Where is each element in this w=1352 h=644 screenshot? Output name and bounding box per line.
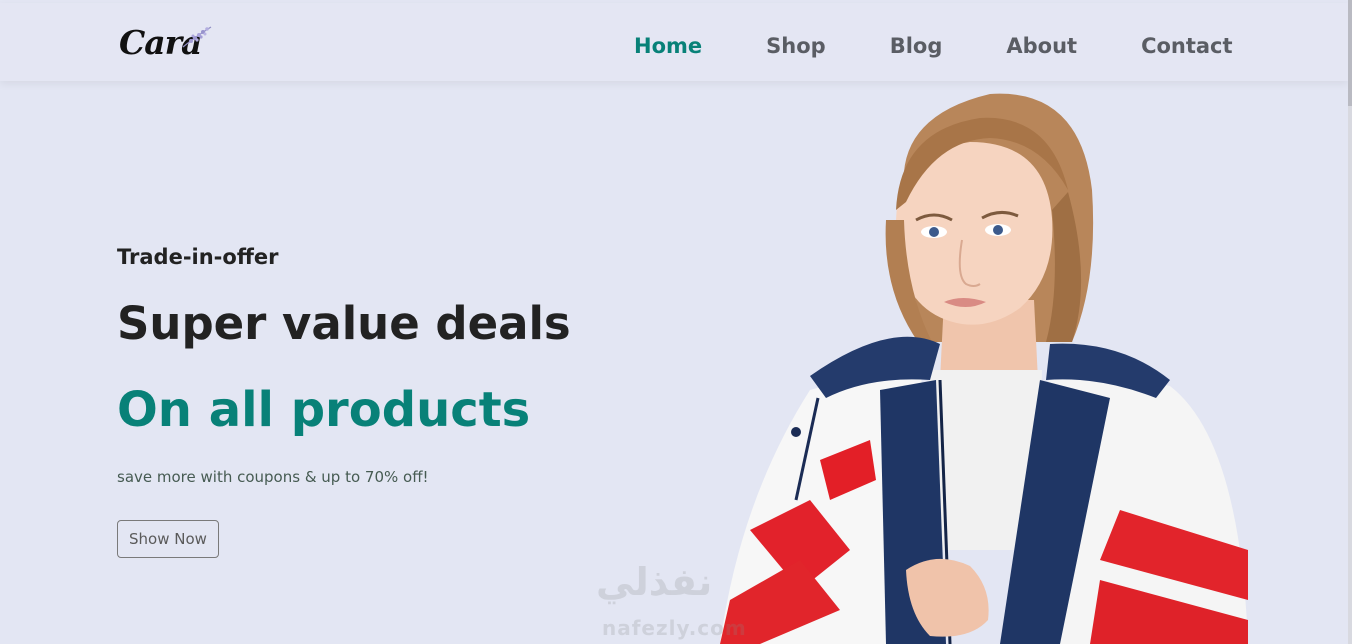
- show-now-button[interactable]: Show Now: [117, 520, 219, 558]
- nav-shop[interactable]: Shop: [766, 29, 826, 63]
- scrollbar[interactable]: [1348, 0, 1352, 644]
- watermark: نفذلي nafezly.com: [590, 560, 760, 644]
- nav-contact[interactable]: Contact: [1141, 29, 1233, 63]
- logo[interactable]: Cara: [119, 21, 219, 65]
- scrollbar-thumb[interactable]: [1348, 0, 1352, 106]
- hero-section: Trade-in-offer Super value deals On all …: [117, 240, 571, 558]
- hero-subtitle: Trade-in-offer: [117, 245, 279, 269]
- watermark-arabic: نفذلي: [596, 560, 713, 604]
- hero-headline-accent: On all products: [117, 382, 531, 438]
- nav-blog[interactable]: Blog: [890, 29, 943, 63]
- lavender-sprig-icon: [182, 26, 212, 48]
- nav-home[interactable]: Home: [634, 29, 702, 63]
- watermark-latin: nafezly.com: [602, 616, 747, 640]
- hero-model-image: [720, 93, 1248, 644]
- nav-about[interactable]: About: [1006, 29, 1077, 63]
- site-header: Cara Home Shop Blog About Contact: [0, 3, 1348, 81]
- hero-promo-text: save more with coupons & up to 70% off!: [117, 468, 429, 486]
- main-nav: Home Shop Blog About Contact: [634, 29, 1233, 63]
- hero-headline: Super value deals: [117, 297, 571, 350]
